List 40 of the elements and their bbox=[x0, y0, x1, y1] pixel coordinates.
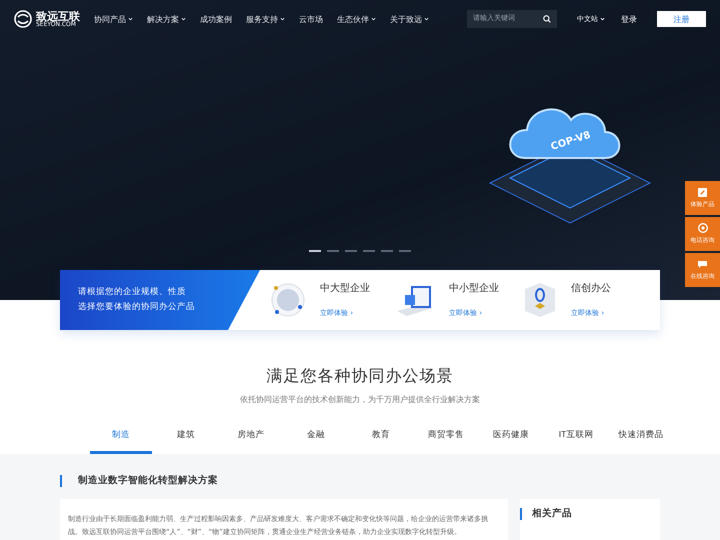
logo-text: 致远互联 bbox=[36, 10, 80, 22]
industry-tab[interactable]: 医药健康 bbox=[480, 429, 542, 454]
globe-icon bbox=[270, 282, 306, 318]
industry-tab[interactable]: 快速消费品 bbox=[610, 429, 672, 454]
carousel-indicator[interactable] bbox=[345, 250, 357, 252]
nav-link[interactable]: 云市场 bbox=[299, 14, 323, 24]
monitor-icon bbox=[395, 283, 435, 317]
industry-tab[interactable]: 教育 bbox=[350, 429, 412, 454]
product-name: 中小型企业 bbox=[449, 282, 499, 295]
nav-link[interactable]: 服务支持 bbox=[246, 14, 285, 24]
product-name: 中大型企业 bbox=[320, 282, 370, 295]
chat-bubble-icon bbox=[697, 260, 708, 268]
industry-tab[interactable]: IT互联网 bbox=[545, 429, 607, 454]
carousel-indicator[interactable] bbox=[309, 250, 321, 252]
industry-tab[interactable]: 房地产 bbox=[220, 429, 282, 454]
carousel-indicator[interactable] bbox=[363, 250, 375, 252]
carousel-indicator[interactable] bbox=[327, 250, 339, 252]
carousel-indicator[interactable] bbox=[381, 250, 393, 252]
search-icon[interactable] bbox=[543, 14, 551, 24]
login-link[interactable]: 登录 bbox=[621, 14, 637, 24]
nav-link[interactable]: 协同产品 bbox=[94, 14, 133, 24]
intro-text: 请根据您的企业规模、性质 bbox=[78, 286, 187, 299]
carousel-indicator[interactable] bbox=[399, 250, 411, 252]
nav-link[interactable]: 关于致远 bbox=[390, 14, 429, 24]
nav-link[interactable]: 解决方案 bbox=[147, 14, 186, 24]
register-button[interactable]: 注册 bbox=[657, 11, 706, 27]
intro-text: 选择您要体验的协同办公产品 bbox=[78, 301, 196, 314]
nav-link[interactable]: 成功案例 bbox=[200, 14, 232, 24]
shield-icon bbox=[523, 282, 557, 318]
section-title: 满足您各种协同办公场景 bbox=[266, 366, 454, 387]
industry-tab[interactable]: 建筑 bbox=[155, 429, 217, 454]
industry-tab[interactable]: 金融 bbox=[285, 429, 347, 454]
pencil-icon bbox=[698, 188, 707, 196]
product-name: 信创办公 bbox=[571, 282, 611, 295]
industry-tab[interactable]: 商贸零售 bbox=[415, 429, 477, 454]
related-products-title: 相关产品 bbox=[520, 508, 660, 520]
logo-icon bbox=[14, 10, 32, 28]
section-subtitle: 依托协同运营平台的技术创新能力，为千万用户提供全行业解决方案 bbox=[239, 394, 481, 405]
nav-link[interactable]: 生态伙伴 bbox=[337, 14, 376, 24]
solution-heading: 制造业数字智能化转型解决方案 bbox=[60, 475, 660, 487]
